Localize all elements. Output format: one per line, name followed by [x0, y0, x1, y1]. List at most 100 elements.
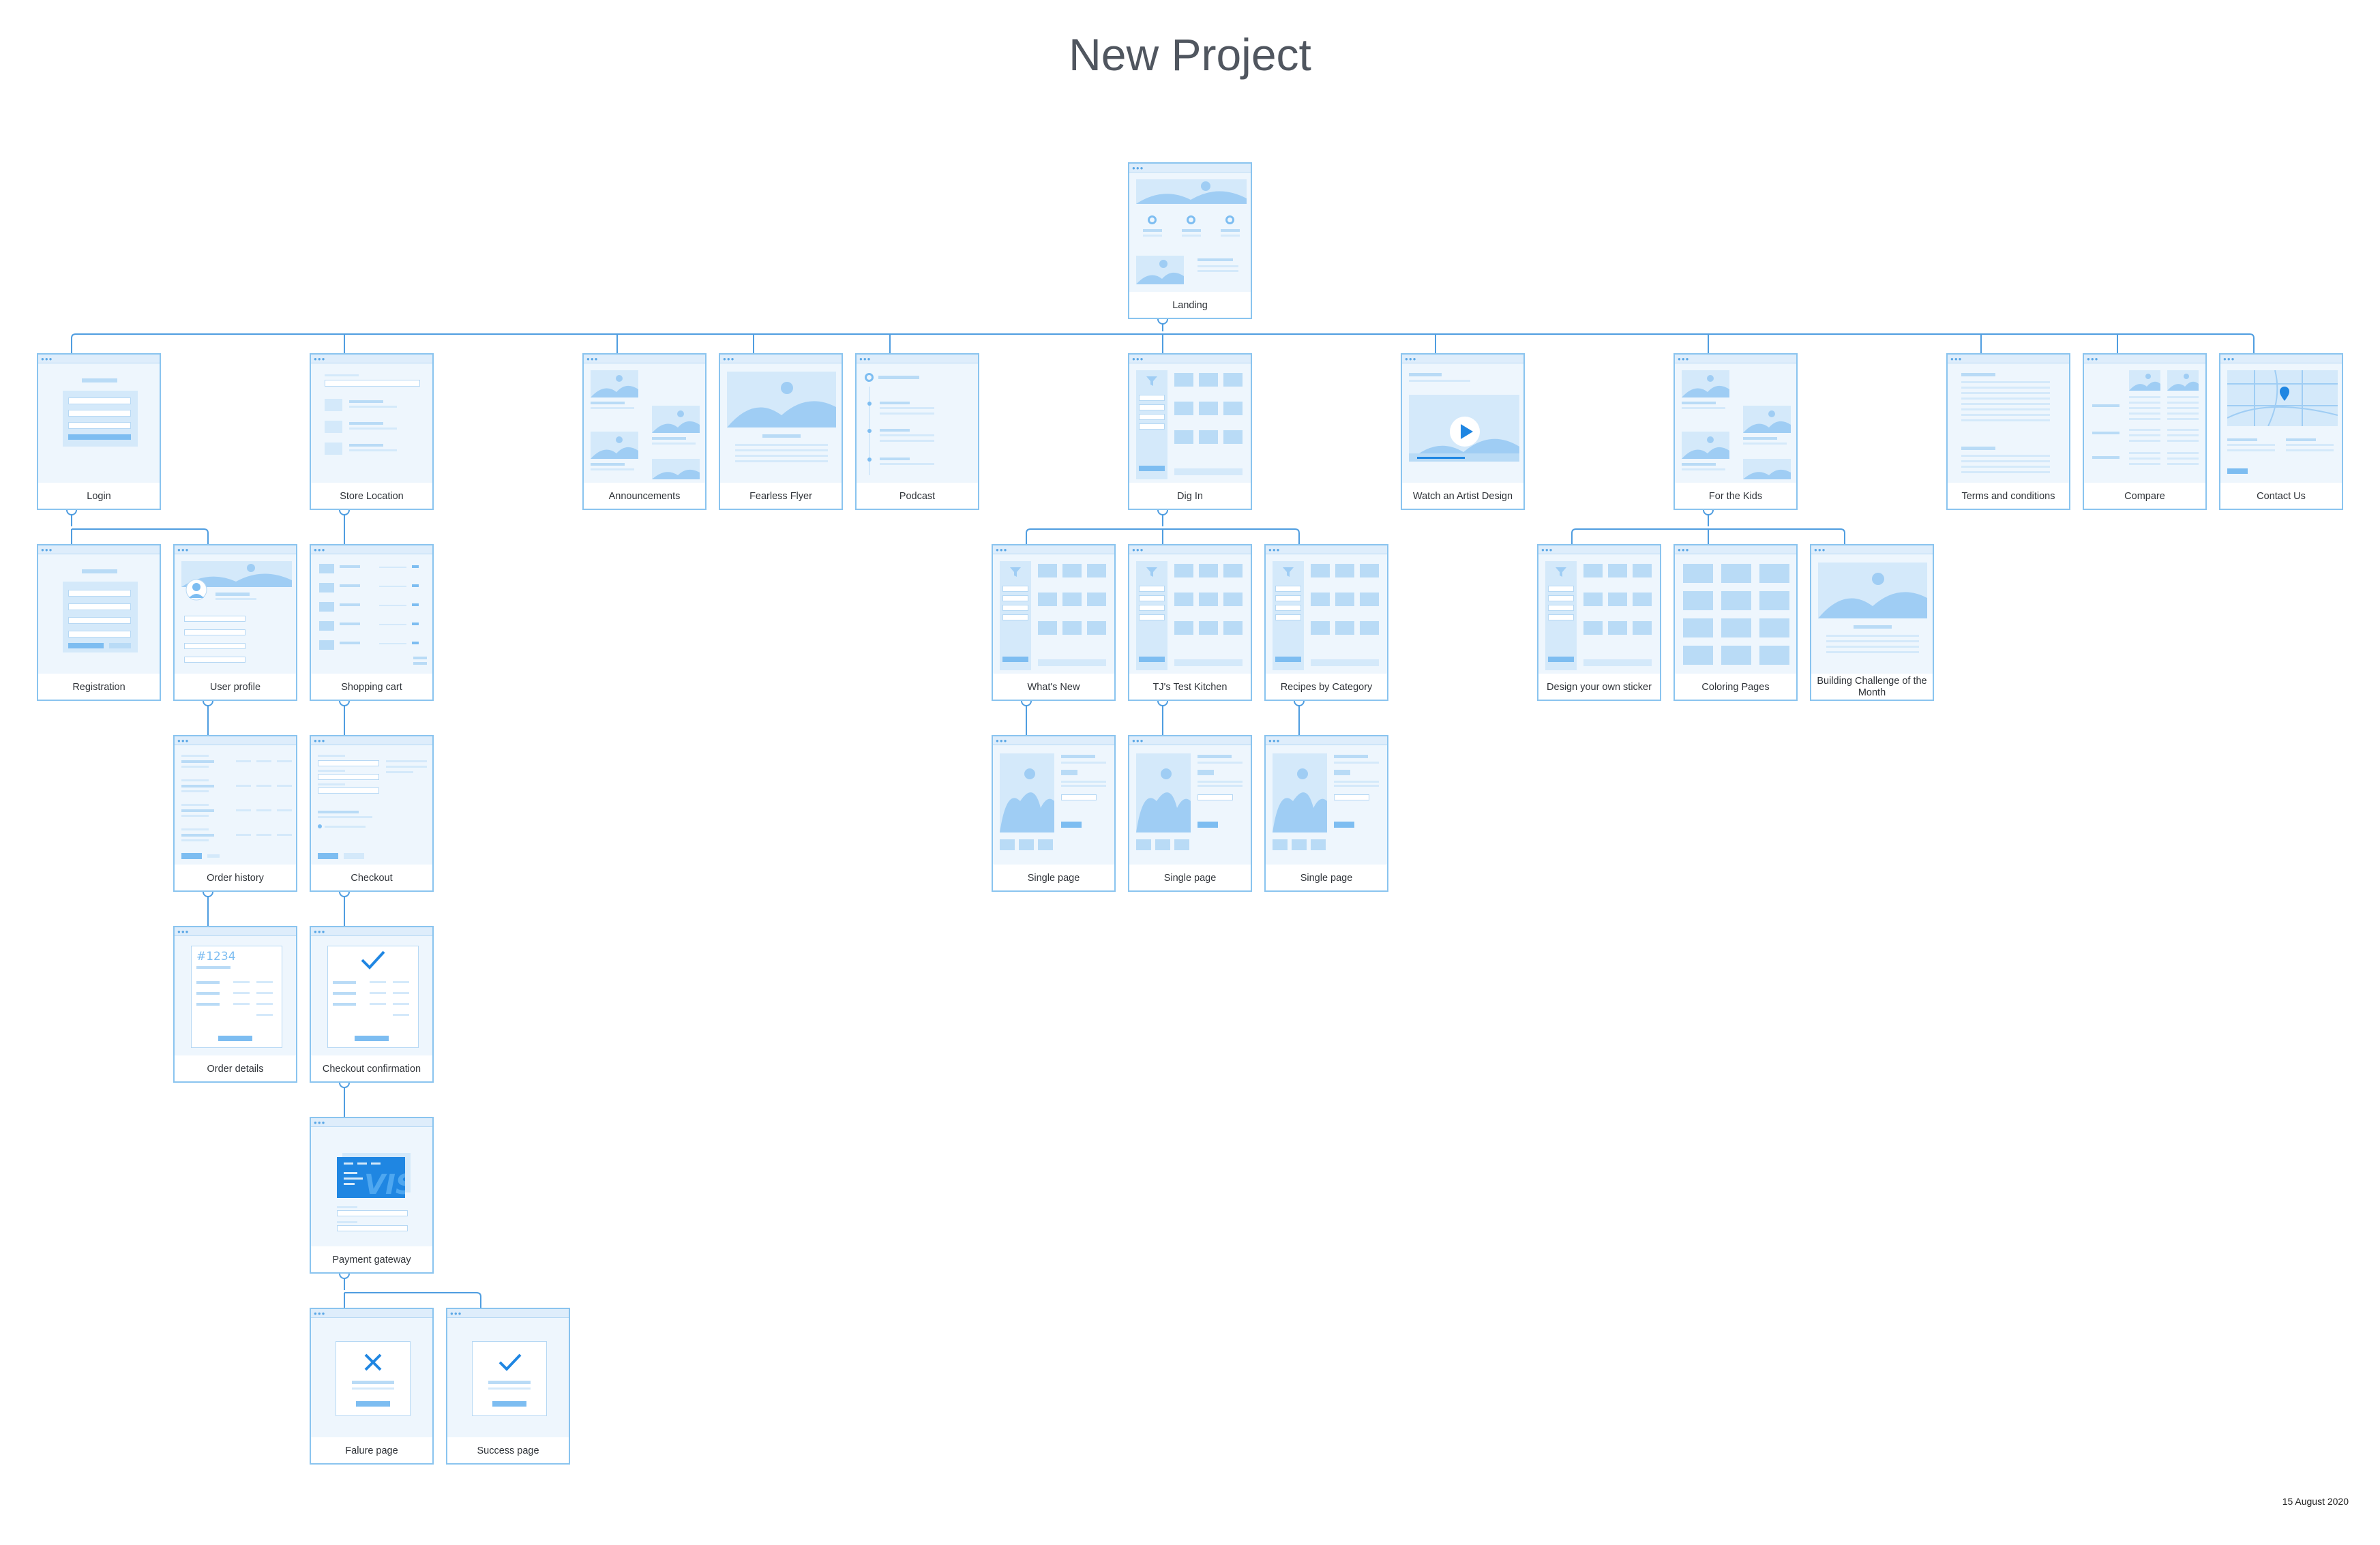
wireframe-preview — [38, 554, 160, 674]
wireframe-preview — [1266, 554, 1387, 674]
node-label: Compare — [2124, 490, 2165, 502]
wireframe-preview — [1129, 172, 1251, 292]
wireframe-preview — [1266, 745, 1387, 865]
wireframe-preview — [720, 363, 842, 483]
node-label: For the Kids — [1708, 490, 1763, 502]
node-checkout-confirmation[interactable]: ●●● Checkout confirmation — [310, 926, 434, 1083]
check-icon — [499, 1353, 522, 1371]
node-landing[interactable]: ●●● Landing — [1128, 162, 1252, 319]
wireframe-preview — [175, 745, 296, 865]
cross-icon — [364, 1353, 382, 1371]
node-label: Recipes by Category — [1280, 681, 1373, 693]
node-registration[interactable]: ●●● Registration — [37, 544, 161, 701]
image-placeholder-icon — [2167, 370, 2199, 391]
node-for-the-kids[interactable]: ●●● For the Kids — [1674, 353, 1798, 510]
node-building-challenge[interactable]: ●●● Building Challenge of the Month — [1810, 544, 1934, 701]
filter-icon — [1146, 567, 1157, 577]
wireframe-preview — [447, 1318, 569, 1437]
node-checkout[interactable]: ●●● Checkout — [310, 735, 434, 892]
node-label: User profile — [209, 681, 261, 693]
node-label: TJ's Test Kitchen — [1152, 681, 1228, 693]
node-label: Fearless Flyer — [749, 490, 812, 502]
image-placeholder-icon — [1743, 406, 1791, 433]
node-label: Checkout confirmation — [322, 1063, 421, 1075]
node-failure-page[interactable]: ●●● Falure page — [310, 1308, 434, 1465]
node-tjs-test-kitchen[interactable]: ●●● TJ's Test Kitchen — [1128, 544, 1252, 701]
node-label: Login — [87, 490, 111, 502]
node-user-profile[interactable]: ●●● User profile — [173, 544, 297, 701]
image-placeholder-icon — [591, 370, 638, 397]
node-compare[interactable]: ●●● Compare — [2083, 353, 2207, 510]
node-label: Building Challenge of the Month — [1817, 676, 1927, 698]
node-fearless-flyer[interactable]: ●●● Fearless Flyer — [719, 353, 843, 510]
node-single-page-3[interactable]: ●●● Single page — [1264, 735, 1388, 892]
order-number-text: #1234 — [196, 950, 236, 963]
avatar-icon — [185, 579, 207, 601]
wireframe-preview — [1129, 363, 1251, 483]
node-whats-new[interactable]: ●●● What's New — [992, 544, 1116, 701]
node-label: Single page — [1300, 872, 1353, 884]
wireframe-preview — [175, 554, 296, 674]
card-brand: VISA — [364, 1169, 405, 1198]
wireframe-preview — [857, 363, 978, 483]
node-dig-in[interactable]: ●●● Dig In — [1128, 353, 1252, 510]
node-contact-us[interactable]: ●●● Contact Us — [2219, 353, 2343, 510]
wireframe-preview — [311, 1318, 432, 1437]
wireframe-preview — [311, 936, 432, 1055]
map-pin-icon — [2280, 387, 2289, 401]
node-success-page[interactable]: ●●● Success page — [446, 1308, 570, 1465]
play-icon[interactable] — [1448, 415, 1481, 448]
filter-icon — [1146, 376, 1157, 386]
node-label: Single page — [1163, 872, 1217, 884]
node-watch-artist[interactable]: ●●● Watch an Artist Design — [1401, 353, 1525, 510]
node-label: Terms and conditions — [1961, 490, 2055, 502]
filter-icon — [1283, 567, 1294, 577]
wireframe-preview — [1129, 745, 1251, 865]
filter-icon — [1010, 567, 1021, 577]
node-label: Registration — [72, 681, 125, 693]
check-icon — [361, 950, 385, 970]
credit-card-icon: VISA — [337, 1157, 405, 1198]
node-store-location[interactable]: ●●● Store Location — [310, 353, 434, 510]
wireframe-preview — [1402, 363, 1523, 483]
wireframe-preview — [311, 363, 432, 483]
node-order-history[interactable]: ●●● Order history — [173, 735, 297, 892]
wireframe-preview — [1129, 554, 1251, 674]
wireframe-preview — [1811, 554, 1933, 674]
node-shopping-cart[interactable]: ●●● Shopping cart — [310, 544, 434, 701]
node-terms[interactable]: ●●● Terms and conditions — [1946, 353, 2070, 510]
hero-image-icon — [1818, 562, 1927, 618]
node-label: What's New — [1027, 681, 1080, 693]
wireframe-preview — [1675, 363, 1796, 483]
wireframe-preview — [2220, 363, 2342, 483]
node-label: Podcast — [899, 490, 936, 502]
node-single-page-2[interactable]: ●●● Single page — [1128, 735, 1252, 892]
node-payment-gateway[interactable]: ●●● VISA Payment gateway — [310, 1117, 434, 1274]
wireframe-preview — [993, 554, 1114, 674]
node-coloring-pages[interactable]: ●●● Coloring Pages — [1674, 544, 1798, 701]
node-label: Single page — [1027, 872, 1080, 884]
image-placeholder-icon — [652, 406, 700, 433]
node-order-details[interactable]: ●●● #1234 Order details — [173, 926, 297, 1083]
product-image-icon — [1273, 753, 1327, 832]
node-announcements[interactable]: ●●● Announcements — [582, 353, 706, 510]
wireframe-preview — [1948, 363, 2069, 483]
node-login[interactable]: ●●● Login — [37, 353, 161, 510]
image-placeholder-icon — [1682, 370, 1729, 397]
date-stamp: 15 August 2020 — [2282, 1496, 2349, 1507]
wireframe-preview — [1675, 554, 1796, 674]
wireframe-preview — [311, 745, 432, 865]
node-label: Order history — [207, 872, 264, 884]
hero-image-icon — [1136, 179, 1247, 204]
node-label: Checkout — [351, 872, 393, 884]
node-label: Contact Us — [2257, 490, 2306, 502]
node-podcast[interactable]: ●●● Podcast — [855, 353, 979, 510]
node-design-sticker[interactable]: ●●● Design your own sticker — [1537, 544, 1661, 701]
wireframe-preview — [38, 363, 160, 483]
wireframe-preview: #1234 — [175, 936, 296, 1055]
hero-image-icon — [727, 372, 836, 427]
node-single-page-1[interactable]: ●●● Single page — [992, 735, 1116, 892]
node-label: Success page — [477, 1445, 539, 1456]
node-recipes-by-category[interactable]: ●●● Recipes by Category — [1264, 544, 1388, 701]
node-label: Falure page — [345, 1445, 398, 1456]
